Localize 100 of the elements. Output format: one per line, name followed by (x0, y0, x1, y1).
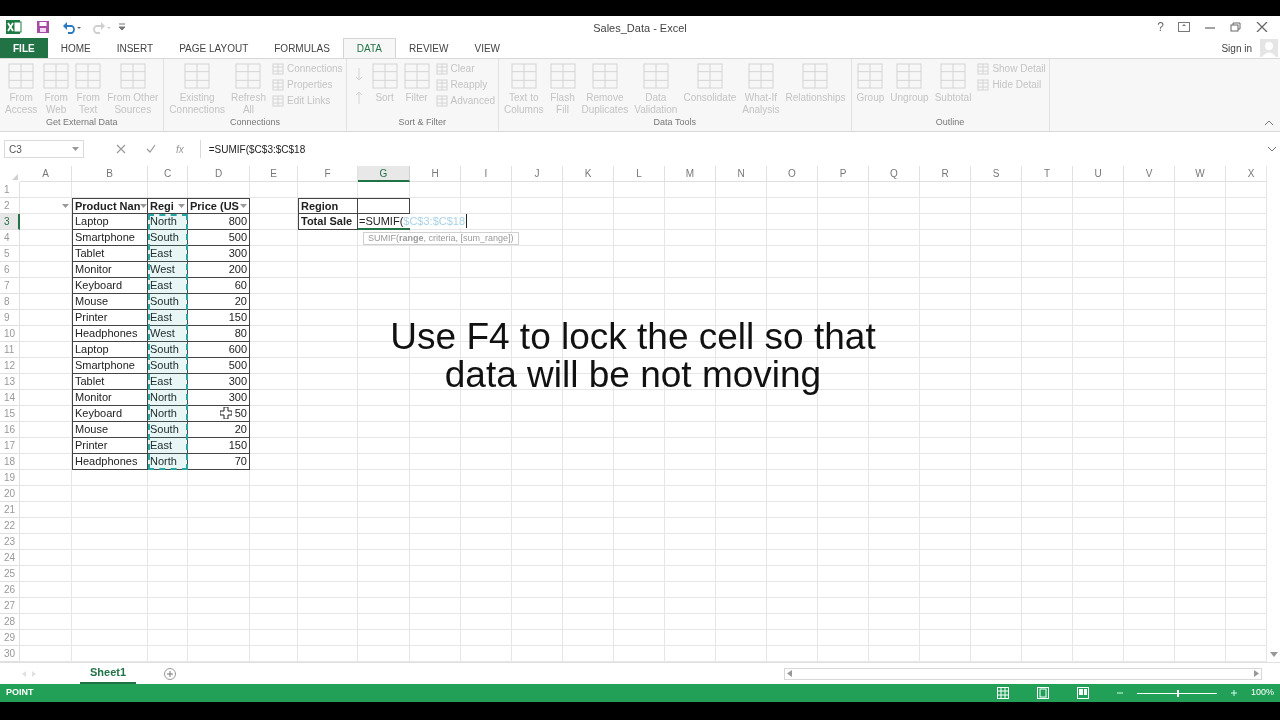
restore-icon[interactable] (1230, 22, 1242, 32)
row-header[interactable]: 23 (0, 534, 20, 550)
column-header[interactable]: B (72, 166, 148, 182)
spreadsheet-logo-icon[interactable] (6, 19, 22, 35)
help-button[interactable]: ? (1157, 18, 1164, 36)
column-header[interactable]: G (358, 166, 410, 182)
row-header[interactable]: 5 (0, 246, 20, 262)
row-header[interactable]: 2 (0, 198, 20, 214)
label-cell: Region (298, 198, 358, 214)
scroll-left-icon[interactable] (787, 670, 792, 677)
cancel-icon[interactable] (116, 144, 126, 154)
page-layout-icon[interactable] (1036, 687, 1049, 699)
row-header[interactable]: 17 (0, 438, 20, 454)
ribbon-display-icon[interactable] (1178, 22, 1190, 32)
column-header[interactable]: M (665, 166, 716, 182)
row-header[interactable]: 3 (0, 214, 20, 230)
ribbon-tab[interactable]: FORMULAS (261, 38, 343, 58)
row-header[interactable]: 11 (0, 342, 20, 358)
table-header-cell[interactable]: Regi (148, 198, 188, 214)
column-header[interactable]: R (920, 166, 971, 182)
row-header[interactable]: 9 (0, 310, 20, 326)
name-box[interactable]: C3 (4, 140, 84, 158)
table-header-cell[interactable]: Product Nan (72, 198, 148, 214)
row-header[interactable]: 4 (0, 230, 20, 246)
file-tab[interactable]: FILE (0, 38, 48, 58)
enter-icon[interactable] (146, 144, 156, 154)
column-header[interactable]: A (20, 166, 72, 182)
column-header[interactable]: I (461, 166, 512, 182)
collapse-ribbon-icon[interactable] (1264, 119, 1274, 127)
column-header[interactable]: W (1175, 166, 1226, 182)
row-header[interactable]: 28 (0, 614, 20, 630)
cell-formula-field[interactable]: =SUMIF($C$3:$C$18 (359, 214, 468, 228)
column-header[interactable]: K (563, 166, 614, 182)
normal-view-icon[interactable] (996, 687, 1009, 699)
scroll-right-icon[interactable] (1254, 670, 1259, 677)
row-header[interactable]: 16 (0, 422, 20, 438)
zoom-slider-thumb[interactable] (1176, 689, 1179, 697)
row-header[interactable]: 18 (0, 454, 20, 470)
row-header[interactable]: 20 (0, 486, 20, 502)
row-header[interactable]: 1 (0, 182, 20, 198)
column-header[interactable]: J (512, 166, 563, 182)
row-header[interactable]: 10 (0, 326, 20, 342)
row-header[interactable]: 21 (0, 502, 20, 518)
table-header-cell[interactable]: Price (US (188, 198, 250, 214)
column-header[interactable]: U (1073, 166, 1124, 182)
row-header[interactable]: 30 (0, 646, 20, 662)
row-header[interactable]: 22 (0, 518, 20, 534)
row-header[interactable]: 27 (0, 598, 20, 614)
column-header[interactable]: S (971, 166, 1022, 182)
column-header[interactable]: N (716, 166, 767, 182)
ribbon-tab[interactable]: REVIEW (396, 38, 462, 58)
row-header[interactable]: 6 (0, 262, 20, 278)
column-header[interactable]: F (298, 166, 358, 182)
ribbon-tab[interactable]: DATA (342, 38, 396, 58)
row-header[interactable]: 14 (0, 390, 20, 406)
row-header[interactable]: 7 (0, 278, 20, 294)
page-break-icon[interactable] (1076, 687, 1089, 699)
column-header[interactable]: E (250, 166, 298, 182)
horizontal-scrollbar[interactable] (784, 667, 1262, 680)
row-header[interactable]: 15 (0, 406, 20, 422)
row-header[interactable]: 12 (0, 358, 20, 374)
row-header[interactable]: 24 (0, 550, 20, 566)
ribbon-tab[interactable]: PAGE LAYOUT (166, 38, 262, 58)
customize-caret-icon[interactable] (118, 22, 126, 32)
column-header[interactable]: Q (869, 166, 920, 182)
close-icon[interactable] (1256, 22, 1268, 32)
column-header[interactable]: V (1124, 166, 1175, 182)
zoom-out-icon[interactable] (1116, 690, 1123, 696)
column-header[interactable]: L (614, 166, 665, 182)
table-cell: 150 (188, 438, 250, 454)
vertical-scrollbar[interactable] (1266, 166, 1280, 662)
row-header[interactable]: 8 (0, 294, 20, 310)
column-header[interactable]: D (188, 166, 250, 182)
ribbon-tab[interactable]: INSERT (103, 38, 167, 58)
row-header[interactable]: 13 (0, 374, 20, 390)
column-header[interactable]: O (767, 166, 818, 182)
ribbon-tab[interactable]: VIEW (461, 38, 514, 58)
expand-icon[interactable] (1268, 146, 1276, 152)
formula-field[interactable]: =SUMIF($C$3:$C$18 (199, 140, 1264, 158)
column-header[interactable]: C (148, 166, 188, 182)
row-header[interactable]: 29 (0, 630, 20, 646)
column-header[interactable]: H (410, 166, 461, 182)
row-header[interactable]: 25 (0, 566, 20, 582)
zoom-in-icon[interactable] (1230, 690, 1237, 696)
save-icon[interactable] (36, 20, 50, 34)
insert-function-button[interactable]: fx (176, 141, 184, 157)
filter-dropdown-icon[interactable] (140, 203, 148, 209)
row-header[interactable]: 26 (0, 582, 20, 598)
ribbon-tab[interactable]: HOME (47, 38, 104, 58)
scroll-down-icon[interactable] (1269, 652, 1278, 658)
row-header[interactable]: 19 (0, 470, 20, 486)
undo-icon[interactable] (62, 20, 82, 34)
input-cell[interactable] (358, 198, 410, 214)
zoom-level[interactable]: 100% (1250, 686, 1274, 700)
redo-icon[interactable] (92, 20, 112, 34)
column-header[interactable]: X (1226, 166, 1266, 182)
column-header[interactable]: P (818, 166, 869, 182)
sign-in-link[interactable]: Sign in (1221, 40, 1252, 56)
add-sheet-icon[interactable] (164, 667, 177, 680)
column-header[interactable]: T (1022, 166, 1073, 182)
